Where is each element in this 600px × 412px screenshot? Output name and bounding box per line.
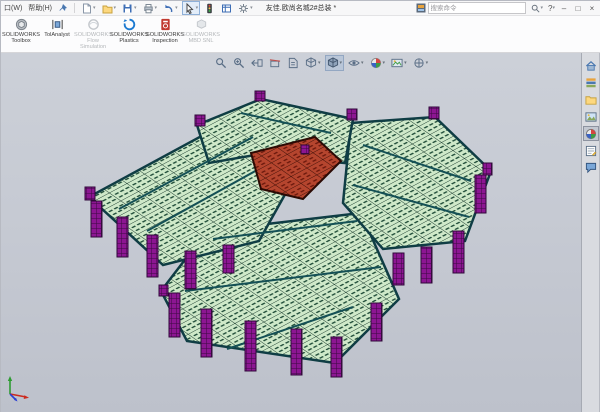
- view-orientation-button[interactable]: ▾: [303, 55, 323, 71]
- tab-appearances-scenes[interactable]: [583, 126, 599, 141]
- select-button[interactable]: ▾: [182, 1, 201, 15]
- previous-view-icon: [251, 57, 263, 69]
- annotation-views-button[interactable]: [285, 55, 301, 71]
- zoom-to-area-button[interactable]: [231, 55, 247, 71]
- open-button[interactable]: ▾: [100, 1, 119, 15]
- search-input[interactable]: [429, 4, 525, 13]
- view-settings-button[interactable]: ▾: [411, 55, 431, 71]
- display-style-icon: [327, 57, 339, 69]
- section-view-icon: [269, 57, 281, 69]
- zoom-to-area-icon: [233, 57, 245, 69]
- addin-label: SOLIDWORKS MBD SNL: [182, 32, 220, 44]
- inspection-icon: [159, 18, 172, 31]
- flow-simulation-addin-button[interactable]: SOLIDWORKS Flow Simulation: [75, 16, 111, 51]
- mbd-icon: [195, 18, 208, 31]
- pin-icon: [58, 3, 68, 13]
- addins-toolbar: SOLIDWORKS Toolbox TolAnalyst SOLIDWORKS…: [1, 16, 600, 53]
- inspection-addin-button[interactable]: SOLIDWORKS Inspection: [147, 16, 183, 51]
- custom-properties-icon: [585, 145, 597, 157]
- undo-icon: [163, 3, 174, 14]
- zoom-to-fit-button[interactable]: [213, 55, 229, 71]
- flow-simulation-icon: [87, 18, 100, 31]
- pin-menu-button[interactable]: [56, 1, 70, 15]
- file-properties-icon: [221, 3, 232, 14]
- tolanalyst-icon: [51, 18, 64, 31]
- undo-button[interactable]: ▾: [161, 1, 180, 15]
- forum-chat-icon: [585, 162, 597, 174]
- menu-window[interactable]: 口(W): [1, 2, 25, 15]
- tab-design-library[interactable]: [583, 75, 599, 90]
- graphics-viewport[interactable]: ▾ ▾ ▾ ▾ ▾: [1, 53, 583, 412]
- search-command-box: [428, 2, 526, 14]
- task-pane-strip: [581, 53, 599, 412]
- new-document-icon: [81, 3, 92, 14]
- headsup-view-toolbar: ▾ ▾ ▾ ▾ ▾: [213, 55, 430, 71]
- tolanalyst-addin-button[interactable]: TolAnalyst: [39, 16, 75, 51]
- addin-label: TolAnalyst: [44, 32, 70, 38]
- annotation-views-icon: [287, 57, 299, 69]
- addin-label: SOLIDWORKS Toolbox: [2, 32, 40, 44]
- app-icon: [416, 3, 426, 13]
- toolbox-addin-button[interactable]: SOLIDWORKS Toolbox: [3, 16, 39, 51]
- document-title: 友佳.欧尚名城2#总装 *: [266, 3, 336, 13]
- save-button[interactable]: ▾: [120, 1, 139, 15]
- plastics-addin-button[interactable]: SOLIDWORKS Plastics: [111, 16, 147, 51]
- addin-label: SOLIDWORKS Flow Simulation: [74, 32, 112, 51]
- hide-show-items-button[interactable]: ▾: [346, 55, 366, 71]
- tab-file-explorer[interactable]: [583, 92, 599, 107]
- home-icon: [585, 60, 597, 72]
- search-icon: [531, 4, 540, 13]
- edit-appearance-button[interactable]: ▾: [368, 55, 388, 71]
- addin-label: SOLIDWORKS Plastics: [110, 32, 148, 44]
- save-icon: [122, 3, 133, 14]
- plastics-icon: [123, 18, 136, 31]
- tab-custom-properties[interactable]: [583, 143, 599, 158]
- titlebar-right-cluster: ▾ ? ▾ – □ ×: [416, 1, 600, 15]
- tab-solidworks-resources[interactable]: [583, 58, 599, 73]
- appearance-sphere-icon: [370, 57, 382, 69]
- zoom-to-fit-icon: [215, 57, 227, 69]
- open-folder-icon: [102, 3, 113, 14]
- options-button[interactable]: ▾: [236, 1, 255, 15]
- eye-icon: [348, 57, 360, 69]
- folder-icon: [585, 94, 597, 106]
- apply-scene-button[interactable]: ▾: [389, 55, 409, 71]
- search-button[interactable]: ▾: [529, 1, 546, 15]
- menubar-separator: [74, 3, 75, 13]
- display-style-button[interactable]: ▾: [325, 55, 345, 71]
- tab-solidworks-forum[interactable]: [583, 160, 599, 175]
- print-button[interactable]: ▾: [141, 1, 160, 15]
- toolbox-icon: [15, 18, 28, 31]
- assembly-model[interactable]: [1, 53, 583, 412]
- tab-view-palette[interactable]: [583, 109, 599, 124]
- menu-help[interactable]: 帮助(H): [25, 2, 55, 15]
- options-gear-icon: [238, 3, 249, 14]
- design-library-icon: [585, 77, 597, 89]
- view-palette-icon: [585, 111, 597, 123]
- scene-icon: [391, 57, 403, 69]
- file-properties-button[interactable]: [219, 1, 234, 15]
- solidworks-window: 口(W) 帮助(H) ▾ ▾ ▾ ▾ ▾: [0, 0, 600, 412]
- title-bar: 口(W) 帮助(H) ▾ ▾ ▾ ▾ ▾: [1, 1, 600, 16]
- section-view-button[interactable]: [267, 55, 283, 71]
- view-orientation-cube-icon: [305, 57, 317, 69]
- help-button[interactable]: ? ▾: [546, 4, 557, 13]
- select-cursor-icon: [184, 3, 195, 14]
- rebuild-button[interactable]: [202, 1, 217, 15]
- slab-panels: [89, 99, 491, 363]
- reference-triad: [3, 374, 33, 402]
- appearances-sphere-icon: [585, 128, 597, 140]
- close-button[interactable]: ×: [585, 2, 599, 15]
- right-wing: [343, 117, 491, 249]
- print-icon: [143, 3, 154, 14]
- view-settings-icon: [413, 57, 425, 69]
- restore-button[interactable]: □: [571, 2, 585, 15]
- mbd-addin-button[interactable]: SOLIDWORKS MBD SNL: [183, 16, 219, 51]
- addin-label: SOLIDWORKS Inspection: [146, 32, 184, 44]
- previous-view-button[interactable]: [249, 55, 265, 71]
- traffic-light-rebuild-icon: [204, 3, 215, 14]
- new-button[interactable]: ▾: [79, 1, 98, 15]
- minimize-button[interactable]: –: [557, 2, 571, 15]
